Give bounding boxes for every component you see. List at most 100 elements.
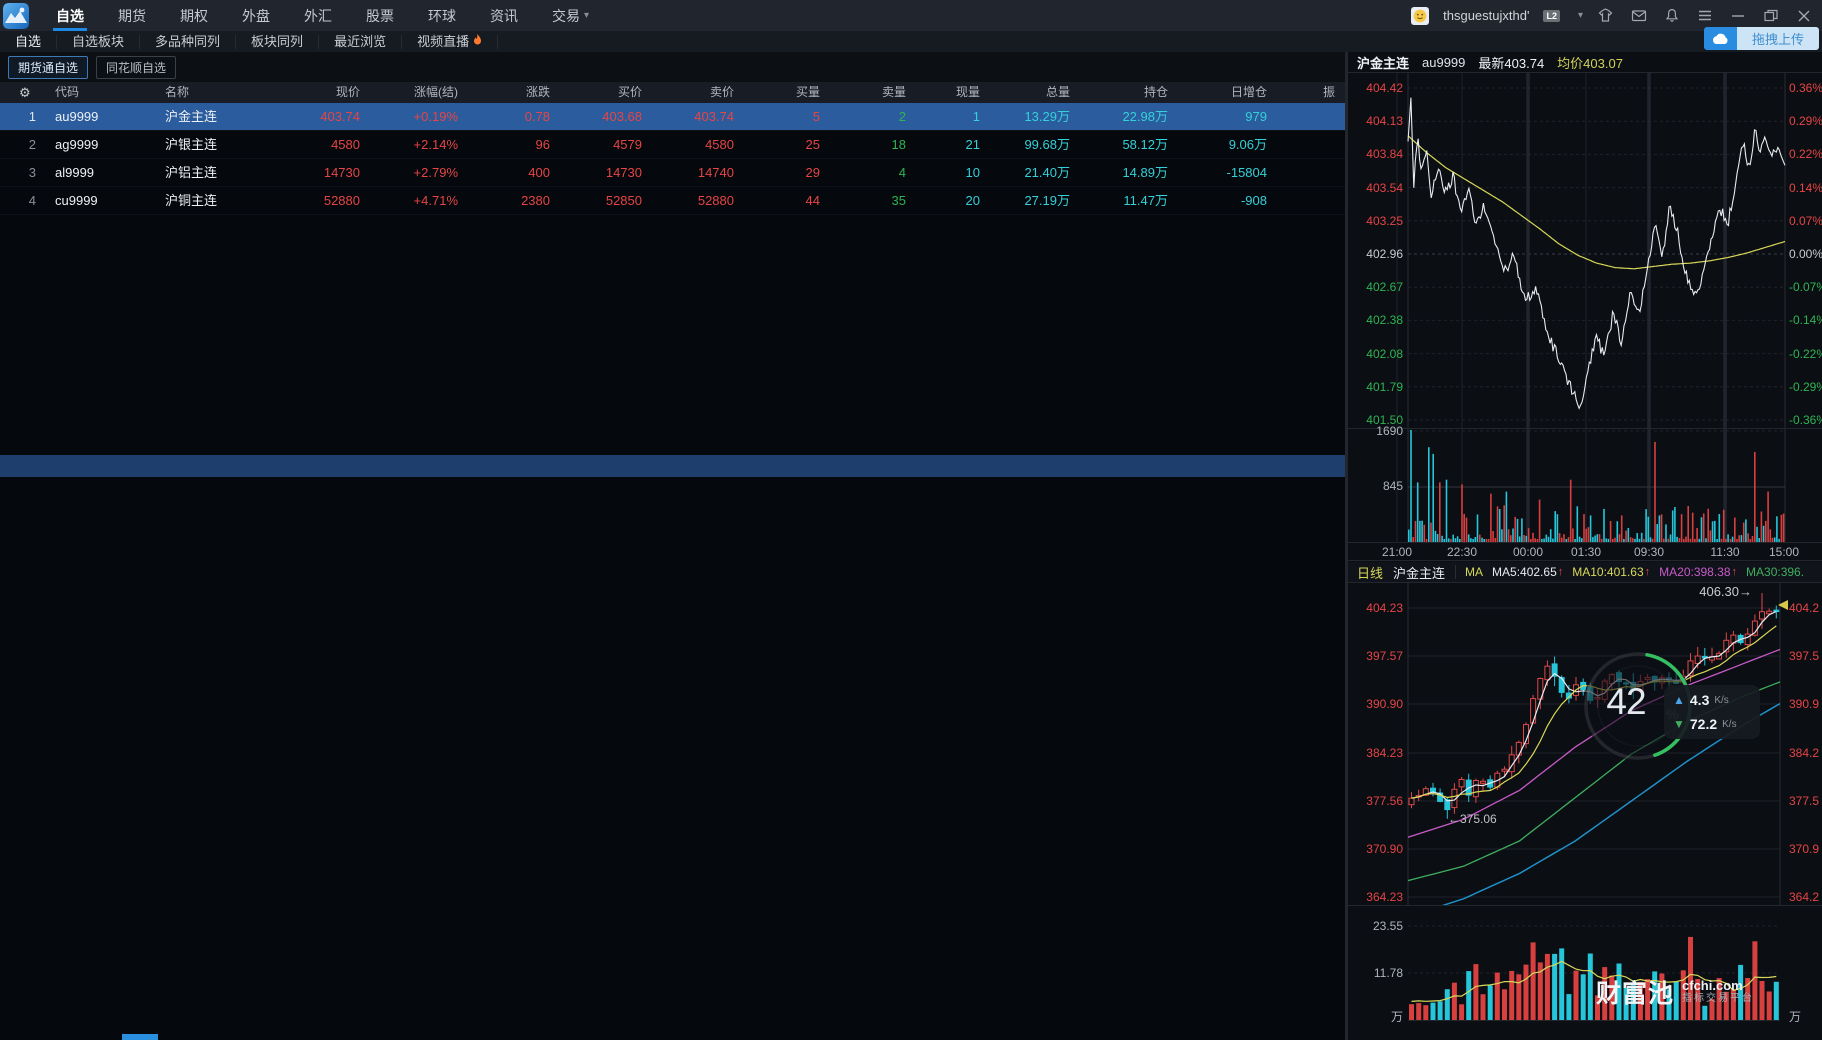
cell-day_delta: -908 [1178,187,1277,214]
cell-chg_pct: +2.79% [370,159,468,186]
cell-open_interest: 22.98万 [1080,103,1178,130]
ma-value: MA [1465,565,1483,579]
menu-item-favorites[interactable]: 自选 [39,0,101,31]
menu-item-trade[interactable]: 交易▾ [535,0,606,31]
secondary-toolbar: 自选自选板块多品种同列 板块同列 最近浏览 视频直播 [0,31,1822,52]
quote-last-price: 最新403.74 [1478,53,1544,72]
drag-upload-label[interactable]: 拖拽上传 [1737,27,1819,50]
column-header-7[interactable]: 买量 [744,82,830,103]
up-arrow-icon: ↑ [1558,566,1564,578]
cell-code: ag9999 [46,131,156,158]
column-header-0[interactable]: 代码 [46,82,156,103]
quote-name[interactable]: 沪金主连 [1357,53,1409,72]
upload-arrow-icon: ▲ [1673,693,1685,707]
column-header-11[interactable]: 持仓 [1080,82,1178,103]
drag-upload-button[interactable]: 拖拽上传 [1704,27,1819,50]
cell-name: 沪铝主连 [156,159,280,186]
time-axis-tick: 15:00 [1761,545,1807,559]
tab-ths-watchlist[interactable]: 同花顺自选 [96,56,176,79]
cell-chg_pct: +2.14% [370,131,468,158]
toolbar-item-label: 最近浏览 [334,35,386,49]
axis-tick: 370.9 [1789,842,1822,856]
quote-average-price: 均价403.07 [1557,53,1623,72]
axis-tick: -0.29% [1789,380,1822,394]
table-row-cu9999[interactable]: 4cu9999沪铜主连52880+4.71%238052850528804435… [0,187,1345,215]
table-settings-gear-icon[interactable]: ⚙ [0,82,46,103]
cell-cur_vol: 1 [916,103,990,130]
menu-item-options[interactable]: 期权 [163,0,225,31]
axis-tick: 0.29% [1789,114,1822,128]
tab-futures-watchlist[interactable]: 期货通自选 [8,56,88,79]
column-header-1[interactable]: 名称 [156,82,280,103]
mail-icon[interactable] [1630,8,1647,23]
axis-tick: 0.36% [1789,81,1822,95]
time-axis-tick: 01:30 [1563,545,1609,559]
trade-caret-icon: ▾ [584,10,589,21]
axis-tick: 0.14% [1789,181,1822,195]
kline-period[interactable]: 日线 [1357,563,1383,582]
toolbar-item-watchlist[interactable]: 自选 [0,35,57,49]
toolbar-item-recent[interactable]: 最近浏览 [319,35,402,49]
cell-code: au9999 [46,103,156,130]
toolbar-item-block-compare[interactable]: 板块同列 [236,35,319,49]
menu-item-news[interactable]: 资讯 [473,0,535,31]
column-header-13[interactable]: 振 [1277,82,1345,103]
column-header-8[interactable]: 卖量 [830,82,916,103]
up-arrow-icon: ↑ [1732,566,1738,578]
cell-price: 52880 [280,187,370,214]
cell-zhen [1277,103,1345,130]
menu-item-futures[interactable]: 期货 [101,0,163,31]
close-icon[interactable] [1795,8,1812,23]
minimize-icon[interactable] [1729,8,1746,23]
cell-zhen [1277,159,1345,186]
bell-icon[interactable] [1663,8,1680,23]
user-menu-caret-icon[interactable]: ▾ [1578,10,1583,21]
menu-item-global-markets[interactable]: 外盘 [225,0,287,31]
kline-ma-values: MAMA5:402.65↑MA10:401.63↑MA20:398.38↑MA3… [1455,565,1804,579]
low-price-annotation: ←375.06 [1448,812,1497,826]
toolbar-item-live-video[interactable]: 视频直播 [402,35,498,49]
app-logo-icon[interactable] [3,3,29,29]
username[interactable]: thsguestujxthd' [1443,8,1529,23]
empty-row-highlight[interactable] [0,455,1345,477]
column-header-4[interactable]: 涨跌 [468,82,560,103]
table-header-row: ⚙代码名称现价涨幅(结)涨跌买价卖价买量卖量现量总量持仓日增仓振 [0,82,1345,103]
axis-tick: 364.2 [1789,890,1822,904]
cell-open_interest: 14.89万 [1080,159,1178,186]
cell-chg: 0.78 [468,103,560,130]
cloud-upload-icon[interactable] [1704,27,1737,50]
menu-list-icon[interactable] [1696,8,1713,23]
cell-name: 沪铜主连 [156,187,280,214]
table-row-ag9999[interactable]: 2ag9999沪银主连4580+2.14%964579458025182199.… [0,131,1345,159]
cell-chg_pct: +0.19% [370,103,468,130]
time-axis-tick: 21:00 [1374,545,1420,559]
skin-icon[interactable] [1597,8,1614,23]
toolbar-item-multi-symbol[interactable]: 多品种同列 [140,35,236,49]
column-header-9[interactable]: 现量 [916,82,990,103]
axis-tick: 404.23 [1351,601,1403,615]
cell-ask: 14740 [652,159,744,186]
cell-idx: 3 [0,159,46,186]
toolbar-item-label: 板块同列 [251,35,303,49]
menu-item-world[interactable]: 环球 [411,0,473,31]
column-header-3[interactable]: 涨幅(结) [370,82,468,103]
cell-total_vol: 27.19万 [990,187,1080,214]
cell-bid: 403.68 [560,103,652,130]
menu-item-stocks[interactable]: 股票 [349,0,411,31]
toolbar-item-watch-blocks[interactable]: 自选板块 [57,35,140,49]
table-row-al9999[interactable]: 3al9999沪铝主连14730+2.79%400147301474029410… [0,159,1345,187]
axis-tick: 402.08 [1351,347,1403,361]
table-row-au9999[interactable]: 1au9999沪金主连403.74+0.19%0.78403.68403.745… [0,103,1345,131]
cell-total_vol: 21.40万 [990,159,1080,186]
column-header-10[interactable]: 总量 [990,82,1080,103]
column-header-2[interactable]: 现价 [280,82,370,103]
time-axis-tick: 22:30 [1439,545,1485,559]
column-header-12[interactable]: 日增仓 [1178,82,1277,103]
restore-icon[interactable] [1762,8,1779,23]
column-header-6[interactable]: 卖价 [652,82,744,103]
user-avatar[interactable] [1411,7,1429,25]
axis-tick: 0.00% [1789,247,1822,261]
menu-item-forex[interactable]: 外汇 [287,0,349,31]
cell-cur_vol: 10 [916,159,990,186]
column-header-5[interactable]: 买价 [560,82,652,103]
